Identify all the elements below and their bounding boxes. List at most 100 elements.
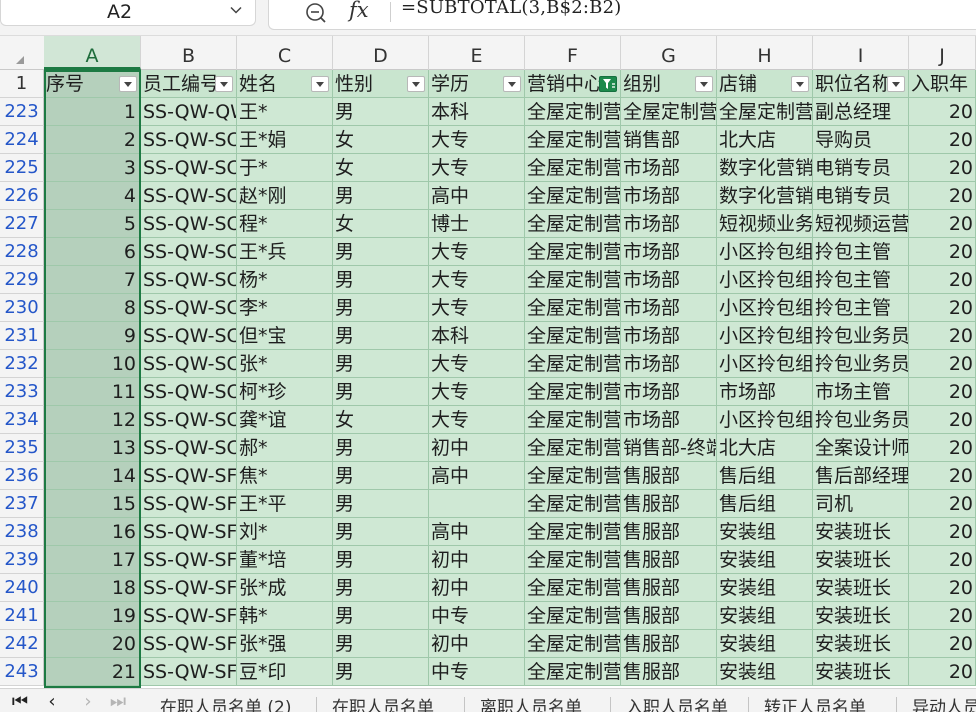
filter-dropdown-icon[interactable] bbox=[311, 76, 329, 92]
cell-title[interactable]: 拎包主管 bbox=[813, 238, 909, 266]
cell-j[interactable]: 20 bbox=[909, 154, 976, 182]
row-header[interactable]: 223 bbox=[0, 98, 44, 126]
cell-group[interactable]: 市场部 bbox=[621, 238, 717, 266]
row-header[interactable]: 233 bbox=[0, 378, 44, 406]
cell-store[interactable]: 安装组 bbox=[717, 658, 813, 686]
cell-seq[interactable]: 2 bbox=[44, 126, 141, 154]
cell-name[interactable]: 龚*谊 bbox=[237, 406, 333, 434]
cell-id[interactable]: SS-QW-SC- bbox=[141, 350, 237, 378]
cell-store[interactable]: 小区拎包组 bbox=[717, 238, 813, 266]
sheet-tab[interactable]: 离职人员名单 bbox=[480, 697, 582, 712]
cell-name[interactable]: 董*培 bbox=[237, 546, 333, 574]
cell-name[interactable]: 柯*珍 bbox=[237, 378, 333, 406]
row-header[interactable]: 231 bbox=[0, 322, 44, 350]
cell-id[interactable]: SS-QW-SC- bbox=[141, 210, 237, 238]
formula-input[interactable]: fx =SUBTOTAL(3,B$2:B2) bbox=[268, 0, 976, 30]
cell-title[interactable]: 全案设计师 bbox=[813, 434, 909, 462]
cell-name[interactable]: 程* bbox=[237, 210, 333, 238]
cell-group[interactable]: 全屋定制营 bbox=[621, 98, 717, 126]
cell-gender[interactable]: 男 bbox=[333, 658, 429, 686]
row-header[interactable]: 239 bbox=[0, 546, 44, 574]
cell-edu[interactable]: 中专 bbox=[429, 602, 525, 630]
cell-edu[interactable]: 高中 bbox=[429, 462, 525, 490]
cell-j[interactable]: 20 bbox=[909, 546, 976, 574]
cell-name[interactable]: 张*成 bbox=[237, 574, 333, 602]
row-header[interactable]: 229 bbox=[0, 266, 44, 294]
cell-group[interactable]: 售服部 bbox=[621, 518, 717, 546]
cell-title[interactable]: 短视频运营 bbox=[813, 210, 909, 238]
cell-seq[interactable]: 19 bbox=[44, 602, 141, 630]
cell-gender[interactable]: 女 bbox=[333, 406, 429, 434]
column-header-h[interactable]: H bbox=[717, 36, 813, 70]
cell-store[interactable]: 安装组 bbox=[717, 630, 813, 658]
filter-dropdown-icon[interactable] bbox=[791, 76, 809, 92]
cell-title[interactable]: 司机 bbox=[813, 490, 909, 518]
cell-group[interactable]: 市场部 bbox=[621, 350, 717, 378]
cell-edu[interactable]: 大专 bbox=[429, 378, 525, 406]
row-header[interactable]: 237 bbox=[0, 490, 44, 518]
cell-name[interactable]: 王*娟 bbox=[237, 126, 333, 154]
cell-center[interactable]: 全屋定制营 bbox=[525, 658, 621, 686]
cell-id[interactable]: SS-QW-SC- bbox=[141, 126, 237, 154]
chevron-down-icon[interactable] bbox=[229, 3, 243, 17]
cell-title[interactable]: 安装班长 bbox=[813, 574, 909, 602]
column-header-i[interactable]: I bbox=[813, 36, 909, 70]
cell-seq[interactable]: 21 bbox=[44, 658, 141, 686]
cell-store[interactable]: 小区拎包组 bbox=[717, 294, 813, 322]
cell-edu[interactable]: 初中 bbox=[429, 630, 525, 658]
cell-name[interactable]: 张* bbox=[237, 350, 333, 378]
cell-seq[interactable]: 14 bbox=[44, 462, 141, 490]
cell-seq[interactable]: 18 bbox=[44, 574, 141, 602]
row-header[interactable]: 241 bbox=[0, 602, 44, 630]
cell-seq[interactable]: 6 bbox=[44, 238, 141, 266]
cell-edu[interactable]: 博士 bbox=[429, 210, 525, 238]
sheet-tab[interactable]: 转正人员名单 bbox=[764, 697, 866, 712]
cell-edu[interactable]: 大专 bbox=[429, 154, 525, 182]
cell-center[interactable]: 全屋定制营 bbox=[525, 546, 621, 574]
row-header[interactable]: 242 bbox=[0, 630, 44, 658]
cell-center[interactable]: 全屋定制营 bbox=[525, 378, 621, 406]
cell-group[interactable]: 售服部 bbox=[621, 574, 717, 602]
cell-j[interactable]: 20 bbox=[909, 294, 976, 322]
column-header-c[interactable]: C bbox=[237, 36, 333, 70]
cell-seq[interactable]: 20 bbox=[44, 630, 141, 658]
cell-id[interactable]: SS-QW-SC- bbox=[141, 182, 237, 210]
row-header[interactable]: 226 bbox=[0, 182, 44, 210]
cell-name[interactable]: 豆*印 bbox=[237, 658, 333, 686]
row-header[interactable]: 243 bbox=[0, 658, 44, 686]
cell-store[interactable]: 小区拎包组 bbox=[717, 406, 813, 434]
select-all-corner[interactable] bbox=[0, 36, 44, 70]
cell-group[interactable]: 售服部 bbox=[621, 602, 717, 630]
cell-seq[interactable]: 15 bbox=[44, 490, 141, 518]
cell-j[interactable]: 20 bbox=[909, 574, 976, 602]
cell-store[interactable]: 市场部 bbox=[717, 378, 813, 406]
cell-store[interactable]: 小区拎包组 bbox=[717, 350, 813, 378]
cell-name[interactable]: 王*兵 bbox=[237, 238, 333, 266]
cell-seq[interactable]: 7 bbox=[44, 266, 141, 294]
column-header-a[interactable]: A bbox=[44, 36, 141, 70]
cell-seq[interactable]: 9 bbox=[44, 322, 141, 350]
cell-group[interactable]: 市场部 bbox=[621, 406, 717, 434]
row-header-1[interactable]: 1 bbox=[0, 70, 44, 98]
cell-title[interactable]: 安装班长 bbox=[813, 518, 909, 546]
cell-gender[interactable]: 男 bbox=[333, 238, 429, 266]
cell-title[interactable]: 电销专员 bbox=[813, 154, 909, 182]
cell-group[interactable]: 售服部 bbox=[621, 546, 717, 574]
row-header[interactable]: 224 bbox=[0, 126, 44, 154]
first-sheet-icon[interactable]: ⏮ bbox=[10, 693, 30, 712]
filter-dropdown-icon[interactable] bbox=[215, 76, 233, 92]
filter-dropdown-icon[interactable] bbox=[695, 76, 713, 92]
cell-center[interactable]: 全屋定制营 bbox=[525, 154, 621, 182]
column-header-f[interactable]: F bbox=[525, 36, 621, 70]
column-header-d[interactable]: D bbox=[333, 36, 429, 70]
row-header[interactable]: 234 bbox=[0, 406, 44, 434]
cell-edu[interactable]: 大专 bbox=[429, 126, 525, 154]
cell-edu[interactable] bbox=[429, 490, 525, 518]
cell-name[interactable]: 但*宝 bbox=[237, 322, 333, 350]
column-header-g[interactable]: G bbox=[621, 36, 717, 70]
cell-center[interactable]: 全屋定制营 bbox=[525, 350, 621, 378]
cell-store[interactable]: 售后组 bbox=[717, 490, 813, 518]
cell-name[interactable]: 李* bbox=[237, 294, 333, 322]
header-cell[interactable]: 入职年 bbox=[909, 70, 976, 98]
cell-j[interactable]: 20 bbox=[909, 98, 976, 126]
